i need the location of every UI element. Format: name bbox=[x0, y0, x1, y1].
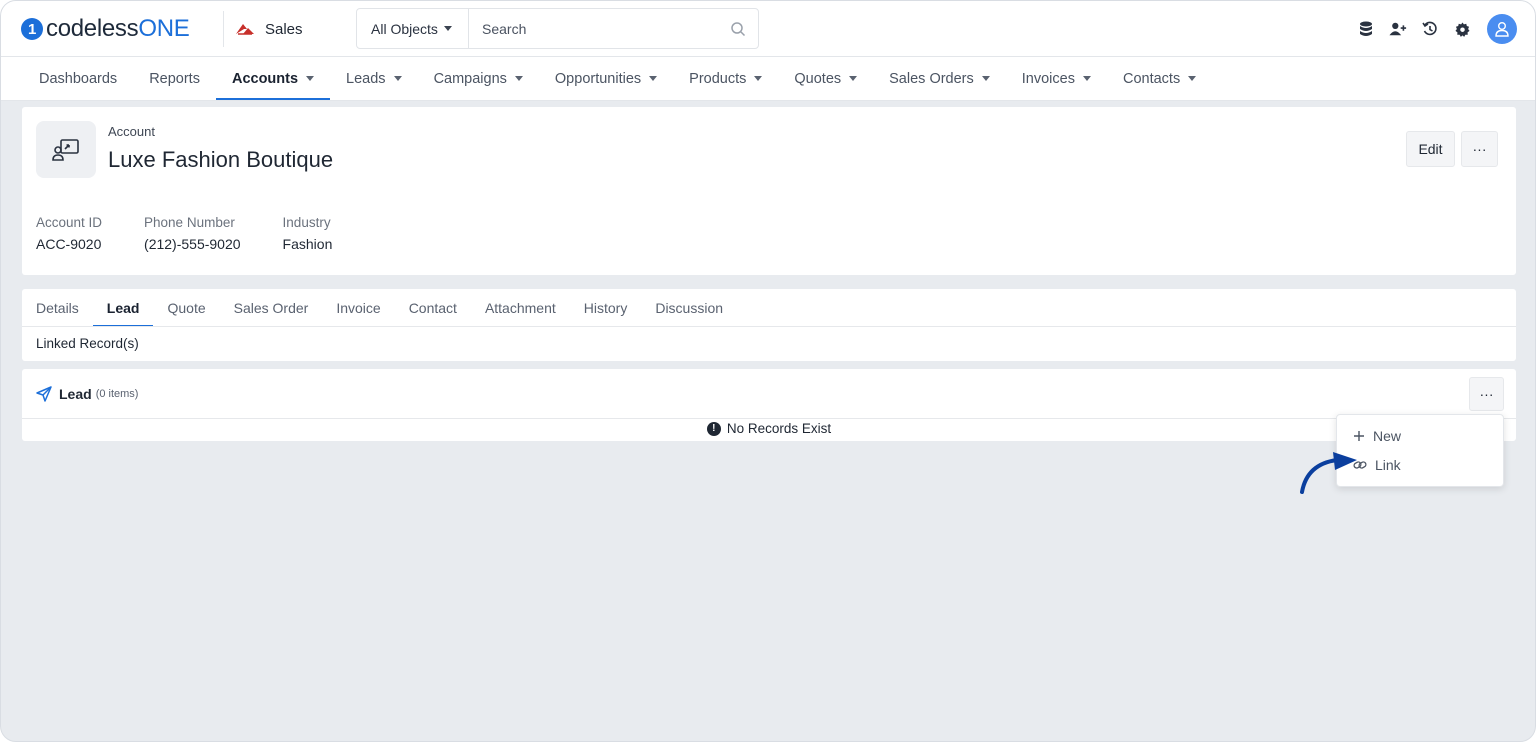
logo-text-codeless: codeless bbox=[46, 15, 139, 42]
search-icon[interactable] bbox=[730, 21, 746, 37]
app-window: 1 codeless ONE Sales All Objects Search … bbox=[0, 0, 1536, 742]
empty-message: No Records Exist bbox=[726, 421, 832, 436]
menu-item-label: Link bbox=[1375, 457, 1401, 473]
chevron-down-icon bbox=[306, 76, 315, 81]
nav-label: Dashboards bbox=[39, 70, 118, 87]
chevron-down-icon bbox=[649, 76, 658, 81]
history-icon[interactable] bbox=[1421, 20, 1439, 38]
nav-label: Products bbox=[689, 70, 747, 87]
chevron-down-icon bbox=[514, 76, 523, 81]
nav-label: Campaigns bbox=[433, 70, 507, 87]
search-scope-label: All Objects bbox=[371, 20, 438, 37]
app-name: Sales bbox=[265, 20, 303, 38]
search-input[interactable] bbox=[469, 9, 730, 48]
field-value: ACC-9020 bbox=[36, 236, 102, 252]
field-value: Fashion bbox=[282, 236, 333, 252]
field-label: Industry bbox=[282, 215, 331, 230]
chevron-down-icon bbox=[981, 76, 990, 81]
top-bar: 1 codeless ONE Sales All Objects bbox=[1, 1, 1535, 57]
nav-sales-orders[interactable]: Sales Orders bbox=[873, 57, 1006, 100]
chevron-down-icon bbox=[754, 76, 763, 81]
related-list-count: (0 items) bbox=[95, 388, 139, 400]
tabs-divider bbox=[22, 326, 1516, 327]
account-icon bbox=[36, 121, 96, 178]
main-nav: Dashboards Reports Accounts Leads Campai… bbox=[1, 57, 1535, 101]
field-value: (212)-555-9020 bbox=[144, 236, 241, 252]
user-avatar-icon[interactable] bbox=[1487, 14, 1517, 44]
account-header-card: Account Luxe Fashion Boutique Edit ··· A… bbox=[22, 107, 1516, 275]
add-user-icon[interactable] bbox=[1389, 20, 1407, 38]
chevron-down-icon bbox=[1082, 76, 1091, 81]
record-type-label: Account bbox=[108, 124, 155, 139]
menu-item-label: New bbox=[1373, 428, 1402, 444]
record-tabs: Details Lead Quote Sales Order Invoice C… bbox=[22, 289, 737, 327]
logo-text-one: ONE bbox=[138, 15, 190, 42]
nav-campaigns[interactable]: Campaigns bbox=[418, 57, 539, 100]
tab-lead[interactable]: Lead bbox=[92, 289, 154, 327]
chevron-down-icon bbox=[393, 76, 402, 81]
topbar-actions bbox=[1357, 14, 1517, 44]
database-icon[interactable] bbox=[1357, 20, 1375, 38]
tab-contact[interactable]: Contact bbox=[395, 289, 471, 327]
subtab-linked-records[interactable]: Linked Record(s) bbox=[36, 336, 139, 351]
nav-dashboards[interactable]: Dashboards bbox=[23, 57, 133, 100]
nav-label: Invoices bbox=[1021, 70, 1075, 87]
record-title: Luxe Fashion Boutique bbox=[108, 147, 334, 172]
empty-state: ! No Records Exist bbox=[22, 421, 1516, 436]
nav-label: Accounts bbox=[231, 70, 299, 87]
nav-leads[interactable]: Leads bbox=[330, 57, 418, 100]
lead-related-list: Lead (0 items) ··· ! No Records Exist bbox=[22, 369, 1516, 441]
field-account-id: Account ID ACC-9020 bbox=[36, 215, 102, 252]
nav-quotes[interactable]: Quotes bbox=[778, 57, 873, 100]
tab-attachment[interactable]: Attachment bbox=[471, 289, 570, 327]
more-actions-button[interactable]: ··· bbox=[1461, 131, 1498, 167]
field-label: Account ID bbox=[36, 215, 103, 230]
account-fields: Account ID ACC-9020 Phone Number (212)-5… bbox=[36, 215, 332, 252]
global-search: All Objects bbox=[356, 8, 759, 49]
topbar-divider bbox=[223, 11, 224, 47]
nav-reports[interactable]: Reports bbox=[133, 57, 216, 100]
related-list-more-button[interactable]: ··· bbox=[1469, 377, 1504, 411]
sales-app-icon bbox=[236, 24, 254, 35]
nav-label: Contacts bbox=[1122, 70, 1181, 87]
logo-mark-icon: 1 bbox=[21, 18, 43, 40]
nav-contacts[interactable]: Contacts bbox=[1107, 57, 1212, 100]
plus-icon bbox=[1354, 431, 1364, 441]
nav-label: Reports bbox=[149, 70, 200, 87]
chevron-down-icon bbox=[443, 26, 452, 31]
app-switcher[interactable]: Sales bbox=[235, 17, 303, 41]
chevron-down-icon bbox=[849, 76, 858, 81]
field-industry: Industry Fashion bbox=[283, 215, 333, 252]
tab-discussion[interactable]: Discussion bbox=[641, 289, 737, 327]
edit-button[interactable]: Edit bbox=[1406, 131, 1455, 167]
related-list-header: Lead (0 items) bbox=[36, 386, 138, 402]
related-list-title: Lead bbox=[59, 386, 92, 402]
related-list-divider bbox=[22, 418, 1516, 419]
tab-quote[interactable]: Quote bbox=[153, 289, 219, 327]
search-scope-select[interactable]: All Objects bbox=[357, 9, 469, 48]
field-phone-number: Phone Number (212)-555-9020 bbox=[144, 215, 241, 252]
brand-logo[interactable]: 1 codeless ONE bbox=[21, 15, 190, 43]
tab-history[interactable]: History bbox=[570, 289, 642, 327]
nav-label: Sales Orders bbox=[889, 70, 974, 87]
chevron-down-icon bbox=[1188, 76, 1197, 81]
menu-item-new[interactable]: New bbox=[1353, 428, 1401, 444]
nav-invoices[interactable]: Invoices bbox=[1006, 57, 1107, 100]
record-tabs-card: Details Lead Quote Sales Order Invoice C… bbox=[22, 289, 1516, 361]
paper-plane-icon bbox=[36, 386, 52, 402]
annotation-arrow-icon bbox=[1300, 452, 1357, 494]
field-label: Phone Number bbox=[144, 215, 235, 230]
nav-accounts[interactable]: Accounts bbox=[215, 57, 331, 100]
nav-label: Quotes bbox=[794, 70, 842, 87]
tab-invoice[interactable]: Invoice bbox=[322, 289, 394, 327]
nav-label: Opportunities bbox=[554, 70, 642, 87]
tab-details[interactable]: Details bbox=[22, 289, 93, 327]
gear-icon[interactable] bbox=[1453, 20, 1471, 38]
nav-label: Leads bbox=[346, 70, 386, 87]
tab-sales-order[interactable]: Sales Order bbox=[220, 289, 323, 327]
info-icon: ! bbox=[706, 421, 721, 436]
nav-products[interactable]: Products bbox=[673, 57, 778, 100]
nav-opportunities[interactable]: Opportunities bbox=[539, 57, 673, 100]
